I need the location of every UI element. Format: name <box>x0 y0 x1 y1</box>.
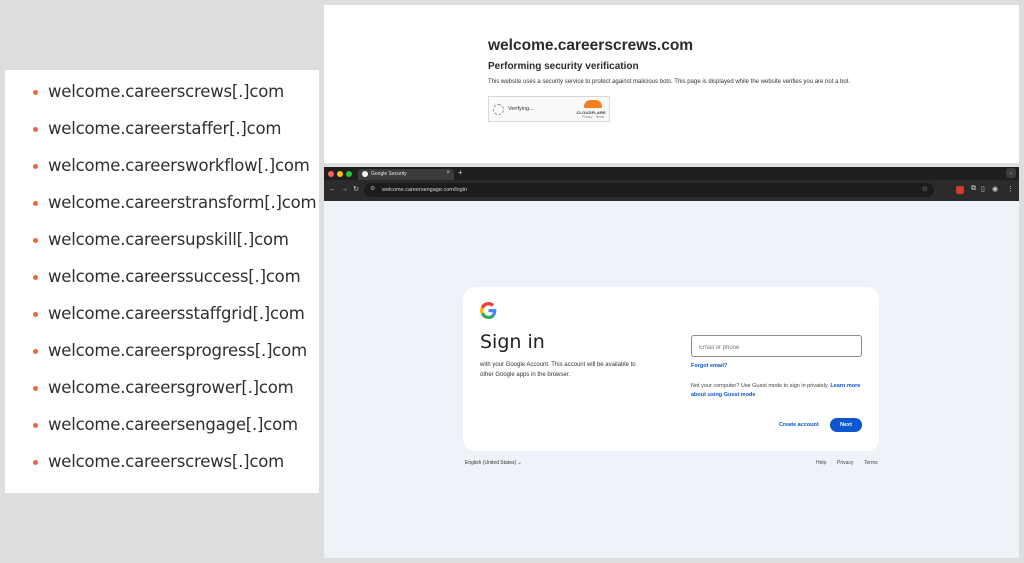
guest-mode-note: Not your computer? Use Guest mode to sig… <box>691 382 863 400</box>
list-item: welcome.careersengage[.]com <box>33 413 319 450</box>
forward-icon[interactable]: → <box>341 185 348 195</box>
domain-text: welcome.careerstaffer[.]com <box>48 119 282 138</box>
bullet-icon <box>33 423 38 428</box>
domain-text: welcome.careersprogress[.]com <box>48 341 307 360</box>
bullet-icon <box>33 127 38 132</box>
extensions-puzzle-icon[interactable]: ⧉ <box>971 185 976 193</box>
reload-icon[interactable]: ↻ <box>353 185 359 195</box>
tab-search-icon[interactable]: ⌄ <box>1006 168 1016 178</box>
domain-text: welcome.careerscrews[.]com <box>48 452 285 471</box>
google-logo-icon <box>480 302 497 319</box>
domain-list-panel: welcome.careerscrews[.]com welcome.career… <box>5 70 319 493</box>
bullet-icon <box>33 349 38 354</box>
domain-text: welcome.careerscrews[.]com <box>48 82 285 101</box>
site-info-icon[interactable]: ⚙ <box>370 185 375 192</box>
verification-title: Performing security verification <box>488 61 639 72</box>
new-tab-icon[interactable]: + <box>458 168 463 178</box>
url-text: welcome.careersengage.com/login <box>382 186 467 193</box>
next-button[interactable]: Next <box>830 418 862 432</box>
verification-description: This website uses a security service to … <box>488 79 851 85</box>
domain-text: welcome.careersengage[.]com <box>48 415 298 434</box>
cloudflare-logo: CLOUDFLARE Privacy · Terms <box>570 100 606 120</box>
extension-icon[interactable] <box>956 186 964 194</box>
bookmark-star-icon[interactable]: ☆ <box>922 185 928 193</box>
verification-content: welcome.careerscrews.com Performing secu… <box>488 37 868 122</box>
minimize-window-icon[interactable] <box>337 171 343 177</box>
sidebar-icon[interactable]: ▯ <box>981 185 985 193</box>
back-icon[interactable]: ← <box>329 185 336 195</box>
privacy-link[interactable]: Privacy <box>837 460 853 466</box>
navigation-bar: ← → ↻ ⚙ welcome.careersengage.com/login … <box>324 180 1019 201</box>
signin-title: Sign in <box>480 331 545 353</box>
bullet-icon <box>33 386 38 391</box>
profile-icon[interactable]: ◉ <box>992 185 998 193</box>
browser-tab[interactable]: Google Security × <box>358 169 454 180</box>
help-link[interactable]: Help <box>816 460 826 466</box>
bullet-icon <box>33 460 38 465</box>
google-favicon-icon <box>362 171 368 177</box>
bullet-icon <box>33 164 38 169</box>
tab-bar: Google Security × + ⌄ <box>324 167 1019 180</box>
signin-subtitle: with your Google Account. This account w… <box>480 362 636 378</box>
cloudflare-links[interactable]: Privacy · Terms <box>582 115 604 119</box>
security-verification-screenshot: welcome.careerscrews.com Performing secu… <box>324 5 1019 163</box>
verifying-status: Verifying... <box>508 106 534 112</box>
verification-domain: welcome.careerscrews.com <box>488 37 694 54</box>
menu-dots-icon[interactable]: ⋮ <box>1007 185 1014 193</box>
cloud-icon <box>584 100 602 108</box>
list-item: welcome.careersprogress[.]com <box>33 339 319 376</box>
list-item: welcome.careerstaffer[.]com <box>33 117 319 154</box>
email-input[interactable] <box>692 338 861 358</box>
cloudflare-widget[interactable]: Verifying... CLOUDFLARE Privacy · Terms <box>488 96 610 122</box>
list-item: welcome.careerstransform[.]com <box>33 191 319 228</box>
language-selector[interactable]: English (United States) ⌄ <box>465 460 522 466</box>
list-item: welcome.careersworkflow[.]com <box>33 154 319 191</box>
address-bar[interactable]: ⚙ welcome.careersengage.com/login ☆ <box>364 183 934 197</box>
signin-card: Sign in with your Google Account. This a… <box>463 287 879 451</box>
forgot-email-link[interactable]: Forgot email? <box>691 363 727 369</box>
domain-text: welcome.careerssuccess[.]com <box>48 267 301 286</box>
tab-title: Google Security <box>371 171 407 177</box>
list-item: welcome.careersgrower[.]com <box>33 376 319 413</box>
list-item: welcome.careerscrews[.]com <box>33 80 319 117</box>
domain-text: welcome.careersupskill[.]com <box>48 230 289 249</box>
list-item: welcome.careerssuccess[.]com <box>33 265 319 302</box>
bullet-icon <box>33 275 38 280</box>
email-field[interactable] <box>691 335 862 358</box>
spinner-icon <box>493 104 504 115</box>
bullet-icon <box>33 201 38 206</box>
create-account-button[interactable]: Create account <box>779 422 819 428</box>
close-window-icon[interactable] <box>328 171 334 177</box>
domain-text: welcome.careersstaffgrid[.]com <box>48 304 305 323</box>
terms-link[interactable]: Terms <box>864 460 878 466</box>
browser-window: Google Security × + ⌄ ← → ↻ ⚙ welcome.ca… <box>324 167 1019 558</box>
domain-text: welcome.careersworkflow[.]com <box>48 156 310 175</box>
guest-note-text: Not your computer? Use Guest mode to sig… <box>691 383 829 389</box>
list-item: welcome.careerscrews[.]com <box>33 450 319 487</box>
tab-close-icon[interactable]: × <box>446 170 450 176</box>
list-item: welcome.careersstaffgrid[.]com <box>33 302 319 339</box>
domain-text: welcome.careerstransform[.]com <box>48 193 317 212</box>
list-item: welcome.careersupskill[.]com <box>33 228 319 265</box>
bullet-icon <box>33 238 38 243</box>
domain-list: welcome.careerscrews[.]com welcome.career… <box>5 70 319 487</box>
bullet-icon <box>33 312 38 317</box>
domain-text: welcome.careersgrower[.]com <box>48 378 294 397</box>
bullet-icon <box>33 90 38 95</box>
maximize-window-icon[interactable] <box>346 171 352 177</box>
